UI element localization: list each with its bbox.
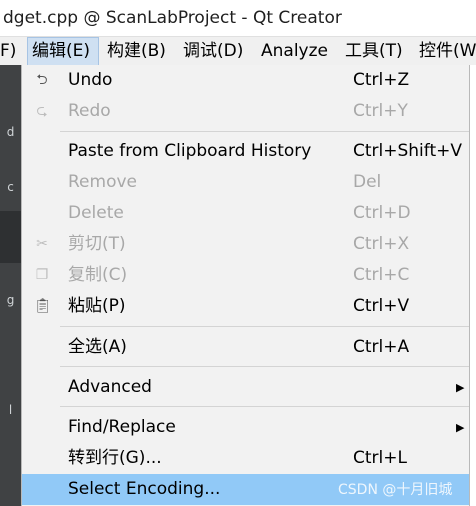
- submenu-arrow-icon: ▶: [456, 421, 465, 434]
- menu-separator: [60, 366, 469, 367]
- copy-icon: ❐: [35, 267, 49, 283]
- editor-mark: g: [6, 293, 15, 307]
- watermark: CSDN @十月旧城: [338, 482, 453, 498]
- right-background: [470, 65, 476, 506]
- redo-icon: ⮎: [36, 103, 48, 119]
- menu-item-paste[interactable]: 📋︎ 粘贴(P) Ctrl+V: [22, 291, 469, 322]
- editor-current-line: [0, 211, 21, 263]
- menu-item-select-all[interactable]: 全选(A) Ctrl+A: [22, 332, 469, 363]
- menu-item-goto-line[interactable]: 转到行(G)... Ctrl+L: [22, 443, 469, 474]
- menu-item-paste-from-clipboard-history[interactable]: Paste from Clipboard History Ctrl+Shift+…: [22, 136, 469, 167]
- editor-left-strip: d c g l: [0, 65, 21, 506]
- menu-item-cut[interactable]: ✂ 剪切(T) Ctrl+X: [22, 229, 469, 260]
- menu-item-shortcut: Ctrl+D: [353, 203, 411, 223]
- menu-separator: [60, 326, 469, 327]
- menu-file[interactable]: F): [0, 37, 20, 66]
- editor-mark: c: [7, 180, 14, 194]
- menu-item-label: 剪切(T): [68, 234, 126, 254]
- menu-tools[interactable]: 工具(T): [341, 37, 407, 66]
- editor-mark: d: [6, 125, 15, 139]
- menu-item-label: Paste from Clipboard History: [68, 141, 312, 161]
- scissors-icon: ✂: [36, 236, 48, 252]
- window-title: dget.cpp @ ScanLabProject - Qt Creator: [3, 8, 342, 28]
- menu-item-shortcut: Ctrl+C: [353, 265, 410, 285]
- menu-item-label: 粘贴(P): [68, 296, 126, 316]
- menu-item-label: Find/Replace: [68, 417, 176, 437]
- menu-debug[interactable]: 调试(D): [179, 37, 247, 66]
- menu-item-shortcut: Del: [353, 172, 382, 192]
- menu-item-label: Redo: [68, 101, 111, 121]
- menu-item-delete[interactable]: Delete Ctrl+D: [22, 198, 469, 229]
- editor-mark: l: [8, 403, 13, 417]
- menu-item-shortcut: Ctrl+Z: [353, 70, 410, 90]
- menu-item-label: 转到行(G)...: [68, 448, 162, 468]
- menu-item-shortcut: Ctrl+L: [353, 448, 407, 468]
- menu-item-shortcut: Ctrl+Y: [353, 101, 408, 121]
- menu-item-undo[interactable]: ⮌ Undo Ctrl+Z: [22, 65, 469, 96]
- menu-build[interactable]: 构建(B): [103, 37, 170, 66]
- menu-analyze[interactable]: Analyze: [257, 37, 332, 66]
- menu-item-redo[interactable]: ⮎ Redo Ctrl+Y: [22, 96, 469, 127]
- menu-item-label: 全选(A): [68, 337, 127, 357]
- menu-item-label: 复制(C): [68, 265, 128, 285]
- submenu-arrow-icon: ▶: [456, 381, 465, 394]
- menu-item-label: Select Encoding...: [68, 479, 221, 499]
- menu-item-find-replace[interactable]: Find/Replace ▶: [22, 412, 469, 443]
- undo-icon: ⮌: [36, 72, 48, 88]
- window-titlebar: dget.cpp @ ScanLabProject - Qt Creator: [0, 0, 476, 36]
- menu-separator: [60, 406, 469, 407]
- menu-item-label: Undo: [68, 70, 113, 90]
- menu-item-shortcut: Ctrl+V: [353, 296, 410, 316]
- menu-item-shortcut: Ctrl+A: [353, 337, 410, 357]
- edit-menu-dropdown: ⮌ Undo Ctrl+Z ⮎ Redo Ctrl+Y Paste from C…: [21, 65, 470, 506]
- menu-separator: [60, 131, 469, 132]
- menu-item-label: Delete: [68, 203, 124, 223]
- menu-item-advanced[interactable]: Advanced ▶: [22, 372, 469, 403]
- menu-bar: F) 编辑(E) 构建(B) 调试(D) Analyze 工具(T) 控件(W: [0, 36, 476, 66]
- menu-edit[interactable]: 编辑(E): [27, 37, 99, 66]
- paste-icon: 📋︎: [34, 298, 52, 314]
- menu-item-shortcut: Ctrl+Shift+V: [353, 141, 463, 161]
- menu-item-shortcut: Ctrl+X: [353, 234, 410, 254]
- menu-widgets[interactable]: 控件(W: [415, 37, 476, 66]
- menu-item-remove[interactable]: Remove Del: [22, 167, 469, 198]
- menu-item-copy[interactable]: ❐ 复制(C) Ctrl+C: [22, 260, 469, 291]
- menu-item-label: Advanced: [68, 377, 152, 397]
- menu-item-label: Remove: [68, 172, 137, 192]
